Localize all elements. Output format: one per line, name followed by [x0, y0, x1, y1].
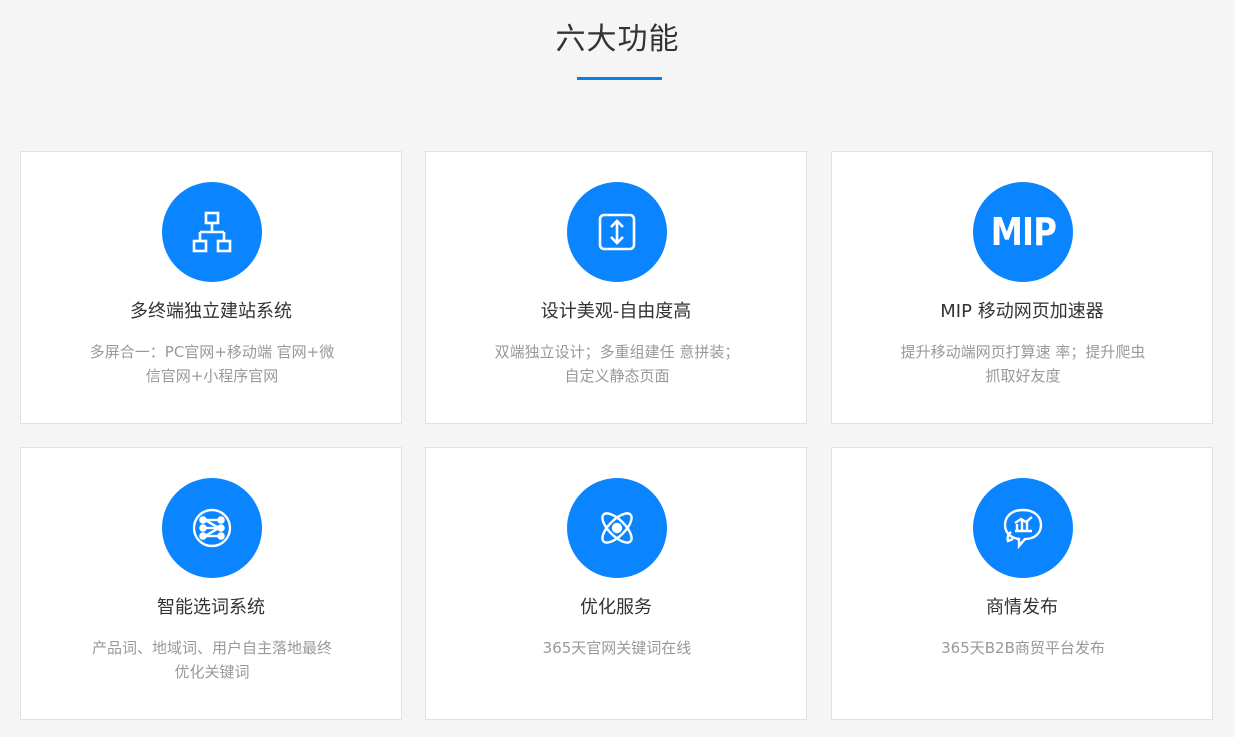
sitemap-icon: [192, 211, 232, 253]
feature-icon-circle: [973, 478, 1073, 578]
feature-title: MIP 移动网页加速器: [940, 301, 1104, 322]
feature-title: 优化服务: [580, 597, 652, 618]
feature-description: 多屏合一：PC官网+移动端 官网+微信官网+小程序官网: [89, 343, 335, 385]
feature-icon-circle: [162, 478, 262, 578]
feature-card-design[interactable]: 设计美观-自由度高 双端独立设计；多重组建任 意拼装；自定义静态页面: [425, 151, 807, 424]
title-underline: [577, 77, 662, 80]
feature-icon-circle: [567, 478, 667, 578]
feature-icon-circle: MIP: [973, 182, 1073, 282]
feature-description: 双端独立设计；多重组建任 意拼装；自定义静态页面: [494, 343, 740, 385]
atom-icon: [601, 512, 633, 544]
feature-icon-circle: [567, 182, 667, 282]
feature-title: 商情发布: [986, 597, 1058, 618]
network-nodes-icon: [192, 508, 232, 548]
feature-title: 多终端独立建站系统: [130, 301, 292, 322]
feature-title: 设计美观-自由度高: [540, 301, 692, 322]
feature-card-keyword-selection[interactable]: 智能选词系统 产品词、地域词、用户自主落地最终优化关键词: [20, 447, 402, 720]
feature-card-multi-terminal[interactable]: 多终端独立建站系统 多屏合一：PC官网+移动端 官网+微信官网+小程序官网: [20, 151, 402, 424]
mip-logo-icon: MIP: [990, 210, 1056, 254]
feature-card-optimization[interactable]: 优化服务 365天官网关键词在线: [425, 447, 807, 720]
feature-card-mip[interactable]: MIP MIP 移动网页加速器 提升移动端网页打算速 率；提升爬虫抓取好友度: [831, 151, 1213, 424]
feature-description: 产品词、地域词、用户自主落地最终优化关键词: [91, 639, 332, 681]
feature-card-business-info[interactable]: 商情发布 365天B2B商贸平台发布: [831, 447, 1213, 720]
feature-title: 智能选词系统: [157, 597, 265, 618]
section-title: 六大功能: [555, 22, 680, 57]
vertical-resize-icon: [598, 213, 636, 251]
feature-description: 提升移动端网页打算速 率；提升爬虫抓取好友度: [900, 343, 1146, 385]
feature-icon-circle: [162, 182, 262, 282]
chat-chart-icon: [1003, 508, 1043, 550]
feature-description: 365天B2B商贸平台发布: [941, 639, 1105, 657]
feature-description: 365天官网关键词在线: [542, 639, 692, 657]
